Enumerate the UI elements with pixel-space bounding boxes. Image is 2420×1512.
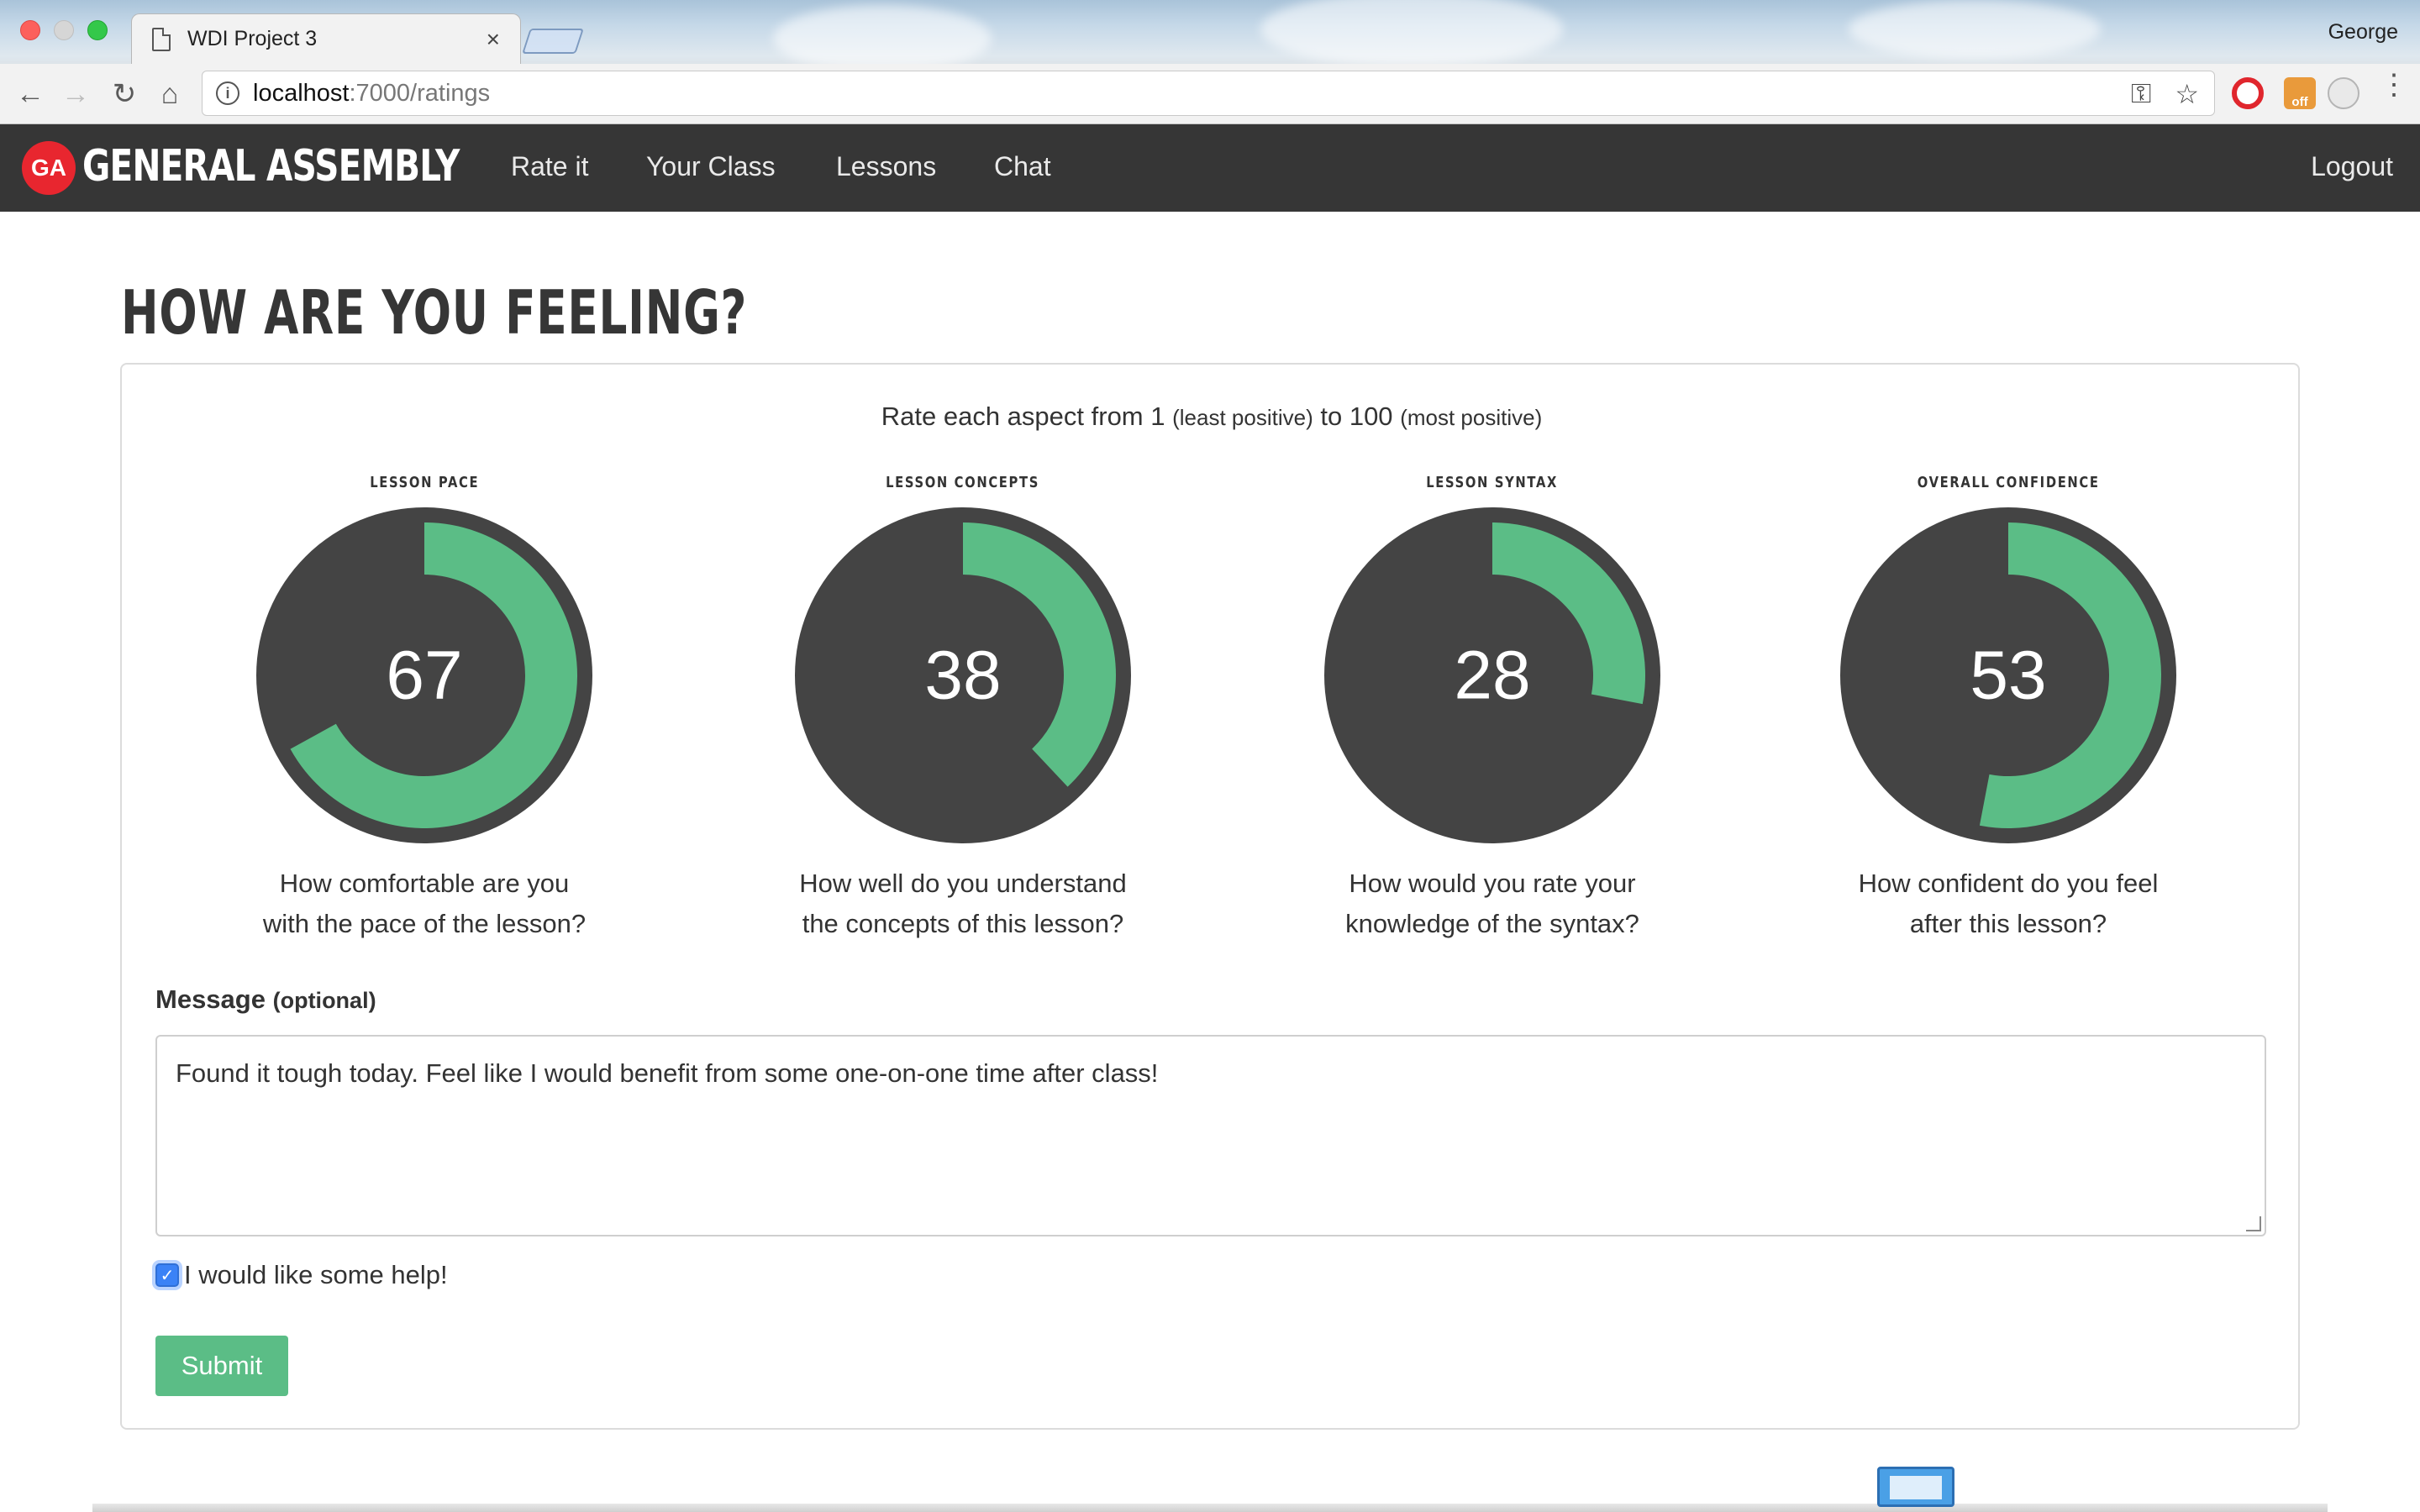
key-icon[interactable]: ⚿ <box>2131 78 2151 110</box>
browser-toolbar: ← → ↻ ⌂ i localhost:7000/ratings ⚿ ☆ <box>0 64 2420 124</box>
dial-question-line: How well do you understand <box>799 869 1127 898</box>
window-maximize-button[interactable] <box>87 20 108 40</box>
nav-your-class[interactable]: Your Class <box>646 151 776 182</box>
dial-question-line: How comfortable are you <box>279 869 570 898</box>
instructions-most: (most positive) <box>1400 405 1543 430</box>
dial-lesson-pace: LESSON PACE 67 How comfortable are you w… <box>248 474 601 944</box>
dial-knob[interactable]: 28 <box>1323 506 1662 845</box>
profile-name[interactable]: George <box>2328 20 2398 45</box>
dial-label: LESSON PACE <box>370 474 479 491</box>
off-extension-icon[interactable]: off <box>2284 77 2316 109</box>
dial-question-line: How confident do you feel <box>1858 869 2159 898</box>
dial-value: 53 <box>1970 638 2046 714</box>
dial-label: LESSON SYNTAX <box>1426 474 1559 491</box>
home-icon[interactable]: ⌂ <box>151 76 188 113</box>
circle-extension-icon[interactable] <box>2328 77 2360 109</box>
address-bar[interactable]: i localhost:7000/ratings ⚿ ☆ <box>202 71 2215 116</box>
dial-lesson-syntax: LESSON SYNTAX 28 How would you rate your… <box>1316 474 1669 944</box>
window-minimize-button[interactable] <box>54 20 74 40</box>
nav-chat[interactable]: Chat <box>994 151 1051 182</box>
help-checkbox[interactable]: ✓ <box>155 1263 179 1287</box>
dial-value: 28 <box>1454 638 1530 714</box>
dial-knob[interactable]: 38 <box>793 506 1133 845</box>
dial-question-line: knowledge of the syntax? <box>1345 909 1639 938</box>
dial-lesson-concepts: LESSON CONCEPTS 38 How well do you under… <box>786 474 1139 944</box>
brand-logo-text[interactable]: GENERAL ASSEMBLY <box>82 141 460 192</box>
info-icon[interactable]: i <box>216 81 239 105</box>
help-checkbox-row[interactable]: ✓ I would like some help! <box>155 1260 448 1290</box>
sky-cloud <box>1849 0 2101 59</box>
dial-question: How comfortable are you with the pace of… <box>248 864 601 944</box>
window-close-button[interactable] <box>20 20 40 40</box>
tab-title: WDI Project 3 <box>187 27 318 50</box>
dial-knob[interactable]: 67 <box>255 506 594 845</box>
dial-question: How would you rate your knowledge of the… <box>1316 864 1669 944</box>
tab-close-icon[interactable]: × <box>487 26 500 53</box>
app-navbar: GA GENERAL ASSEMBLY Rate it Your Class L… <box>0 124 2420 212</box>
star-icon[interactable]: ☆ <box>2175 78 2199 110</box>
browser-tab[interactable]: WDI Project 3 × <box>131 13 521 64</box>
dial-question: How well do you understand the concepts … <box>786 864 1139 944</box>
browser-menu-icon[interactable]: ⋮ <box>2380 71 2408 109</box>
dial-knob[interactable]: 53 <box>1839 506 2178 845</box>
message-label-text: Message <box>155 984 266 1014</box>
instructions-least: (least positive) <box>1172 405 1313 430</box>
nav-rate-it[interactable]: Rate it <box>511 151 588 182</box>
help-checkbox-label[interactable]: I would like some help! <box>184 1260 448 1290</box>
ga-logo-icon[interactable]: GA <box>25 144 72 192</box>
dial-question: How confident do you feel after this les… <box>1832 864 2185 944</box>
sky-cloud <box>773 5 992 72</box>
message-label: Message (optional) <box>155 984 376 1015</box>
page-title: HOW ARE YOU FEELING? <box>121 277 748 348</box>
message-optional-text: (optional) <box>272 988 376 1013</box>
sky-cloud <box>1260 0 1563 67</box>
forward-arrow-icon[interactable]: → <box>57 76 94 113</box>
page-icon <box>152 27 171 51</box>
submit-button[interactable]: Submit <box>155 1336 288 1396</box>
url-host: localhost <box>253 79 350 107</box>
dial-question-line: How would you rate your <box>1349 869 1636 898</box>
dial-overall-confidence: OVERALL CONFIDENCE 53 How confident do y… <box>1832 474 2185 944</box>
page-bottom-edge <box>92 1504 2328 1512</box>
rating-card: Rate each aspect from 1 (least positive)… <box>120 363 2300 1430</box>
message-textarea[interactable]: Found it tough today. Feel like I would … <box>155 1035 2266 1236</box>
instructions-text-1: Rate each aspect from 1 <box>881 402 1165 431</box>
message-text: Found it tough today. Feel like I would … <box>176 1058 1159 1088</box>
dial-value: 67 <box>386 638 462 714</box>
back-arrow-icon[interactable]: ← <box>12 76 49 113</box>
dial-question-line: with the pace of the lesson? <box>262 909 587 938</box>
new-tab-button[interactable] <box>522 29 584 54</box>
dial-label: OVERALL CONFIDENCE <box>1917 474 2100 491</box>
dial-question-line: after this lesson? <box>1909 909 2107 938</box>
dial-label: LESSON CONCEPTS <box>886 474 1040 491</box>
reload-icon[interactable]: ↻ <box>106 76 143 113</box>
instructions-text-2: to 100 <box>1320 402 1393 431</box>
opera-extension-icon[interactable] <box>2232 77 2264 109</box>
logout-link[interactable]: Logout <box>2311 151 2393 182</box>
nav-lessons[interactable]: Lessons <box>836 151 936 182</box>
rating-instructions: Rate each aspect from 1 (least positive)… <box>122 402 2302 432</box>
dial-question-line: the concepts of this lesson? <box>802 909 1124 938</box>
resize-grip-icon[interactable] <box>2246 1216 2261 1231</box>
keynote-dock-icon[interactable] <box>1877 1467 1954 1507</box>
url-path: :7000/ratings <box>349 79 491 107</box>
dial-value: 38 <box>924 638 1001 714</box>
